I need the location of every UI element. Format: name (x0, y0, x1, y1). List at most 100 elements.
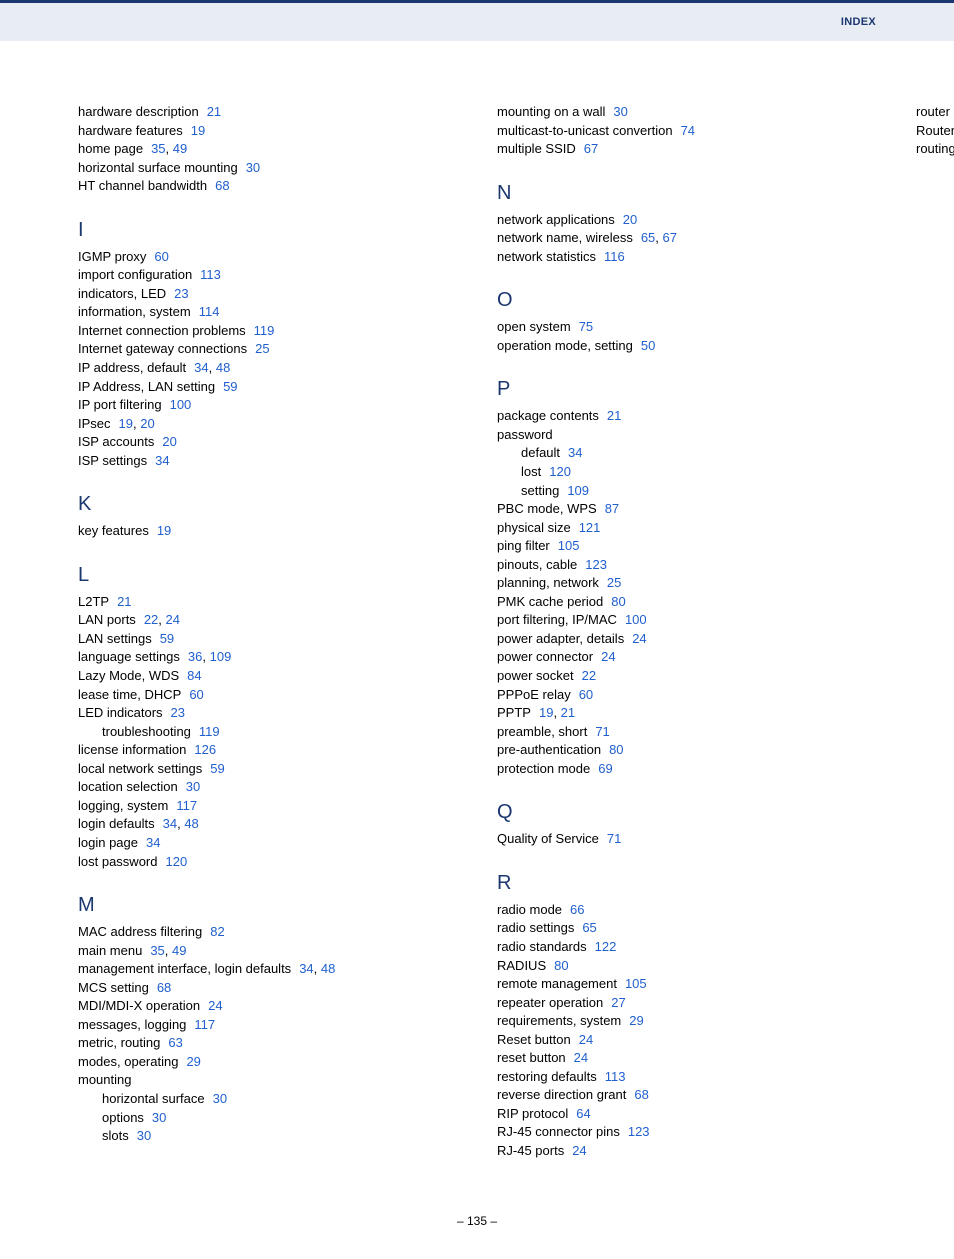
page-ref[interactable]: 75 (579, 319, 593, 334)
page-ref[interactable]: 19 (157, 523, 171, 538)
page-ref[interactable]: 50 (641, 338, 655, 353)
page-ref[interactable]: 60 (579, 687, 593, 702)
page-ref[interactable]: 82 (210, 924, 224, 939)
page-ref[interactable]: 35 (150, 943, 164, 958)
page-ref[interactable]: 120 (165, 854, 187, 869)
page-ref[interactable]: 64 (576, 1106, 590, 1121)
page-ref[interactable]: 68 (634, 1087, 648, 1102)
page-ref[interactable]: 71 (595, 724, 609, 739)
page-ref[interactable]: 29 (629, 1013, 643, 1028)
page-ref[interactable]: 34 (568, 445, 582, 460)
page-ref[interactable]: 65 (641, 230, 655, 245)
page-ref[interactable]: 20 (623, 212, 637, 227)
page-ref[interactable]: 109 (567, 483, 589, 498)
page-ref[interactable]: 123 (628, 1124, 650, 1139)
page-ref[interactable]: 69 (598, 761, 612, 776)
page-ref[interactable]: 80 (609, 742, 623, 757)
page-ref[interactable]: 120 (549, 464, 571, 479)
page-ref[interactable]: 30 (246, 160, 260, 175)
index-entry: location selection30 (78, 778, 457, 796)
page-ref[interactable]: 22 (582, 668, 596, 683)
page-ref[interactable]: 67 (584, 141, 598, 156)
index-term: IP port filtering (78, 397, 162, 412)
page-ref[interactable]: 48 (321, 961, 335, 976)
page-ref[interactable]: 116 (604, 249, 625, 264)
page-ref[interactable]: 65 (582, 920, 596, 935)
page-ref[interactable]: 117 (176, 798, 197, 813)
page-ref[interactable]: 23 (171, 705, 185, 720)
page-ref[interactable]: 59 (223, 379, 237, 394)
page-ref[interactable]: 20 (140, 416, 154, 431)
page-ref[interactable]: 25 (607, 575, 621, 590)
page-ref[interactable]: 121 (579, 520, 601, 535)
page-ref[interactable]: 27 (611, 995, 625, 1010)
page-ref[interactable]: 114 (199, 304, 220, 319)
page-ref[interactable]: 25 (255, 341, 269, 356)
page-ref[interactable]: 117 (194, 1017, 215, 1032)
page-ref[interactable]: 34 (163, 816, 177, 831)
page-ref[interactable]: 123 (585, 557, 607, 572)
page-ref[interactable]: 24 (574, 1050, 588, 1065)
page-ref[interactable]: 19 (191, 123, 205, 138)
page-ref[interactable]: 122 (595, 939, 617, 954)
index-entry: RIP protocol64 (497, 1105, 876, 1123)
page-ref[interactable]: 49 (173, 141, 187, 156)
page-ref[interactable]: 105 (558, 538, 580, 553)
page-ref[interactable]: 34 (194, 360, 208, 375)
page-ref[interactable]: 30 (213, 1091, 227, 1106)
page-ref[interactable]: 23 (174, 286, 188, 301)
page-ref[interactable]: 119 (199, 724, 220, 739)
page-ref[interactable]: 126 (194, 742, 216, 757)
page-ref[interactable]: 24 (208, 998, 222, 1013)
page-ref[interactable]: 113 (605, 1069, 626, 1084)
page-ref[interactable]: 21 (561, 705, 575, 720)
page-ref[interactable]: 66 (570, 902, 584, 917)
page-ref[interactable]: 74 (681, 123, 695, 138)
page-ref[interactable]: 30 (137, 1128, 151, 1143)
page-ref[interactable]: 63 (168, 1035, 182, 1050)
page-ref[interactable]: 19 (539, 705, 553, 720)
page-ref[interactable]: 19 (119, 416, 133, 431)
page-ref[interactable]: 36 (188, 649, 202, 664)
page-ref[interactable]: 34 (146, 835, 160, 850)
page-ref[interactable]: 60 (154, 249, 168, 264)
page-ref[interactable]: 60 (189, 687, 203, 702)
page-ref[interactable]: 59 (160, 631, 174, 646)
page-ref[interactable]: 20 (162, 434, 176, 449)
page-ref[interactable]: 30 (152, 1110, 166, 1125)
page-ref[interactable]: 21 (607, 408, 621, 423)
page-ref[interactable]: 68 (215, 178, 229, 193)
page-ref[interactable]: 48 (216, 360, 230, 375)
page-ref[interactable]: 105 (625, 976, 647, 991)
page-ref[interactable]: 80 (611, 594, 625, 609)
page-ref[interactable]: 48 (184, 816, 198, 831)
page-ref[interactable]: 100 (170, 397, 192, 412)
page-ref[interactable]: 87 (605, 501, 619, 516)
page-ref[interactable]: 24 (579, 1032, 593, 1047)
page-ref[interactable]: 22 (144, 612, 158, 627)
page-ref[interactable]: 24 (166, 612, 180, 627)
page-ref[interactable]: 30 (186, 779, 200, 794)
page-ref[interactable]: 113 (200, 267, 221, 282)
page-ref[interactable]: 71 (607, 831, 621, 846)
page-ref[interactable]: 109 (210, 649, 232, 664)
page-ref[interactable]: 84 (187, 668, 201, 683)
page-ref[interactable]: 80 (554, 958, 568, 973)
page-ref[interactable]: 34 (155, 453, 169, 468)
page-ref[interactable]: 49 (172, 943, 186, 958)
page-ref[interactable]: 35 (151, 141, 165, 156)
page-ref[interactable]: 34 (299, 961, 313, 976)
page-ref[interactable]: 21 (117, 594, 131, 609)
page-ref[interactable]: 67 (663, 230, 677, 245)
page-ref[interactable]: 21 (207, 104, 221, 119)
page-ref[interactable]: 100 (625, 612, 647, 627)
page-ref[interactable]: 24 (572, 1143, 586, 1158)
page-ref[interactable]: 68 (157, 980, 171, 995)
index-entry: L2TP21 (78, 593, 457, 611)
page-ref[interactable]: 30 (613, 104, 627, 119)
page-ref[interactable]: 24 (601, 649, 615, 664)
page-ref[interactable]: 29 (186, 1054, 200, 1069)
page-ref[interactable]: 119 (254, 323, 275, 338)
page-ref[interactable]: 59 (210, 761, 224, 776)
page-ref[interactable]: 24 (632, 631, 646, 646)
